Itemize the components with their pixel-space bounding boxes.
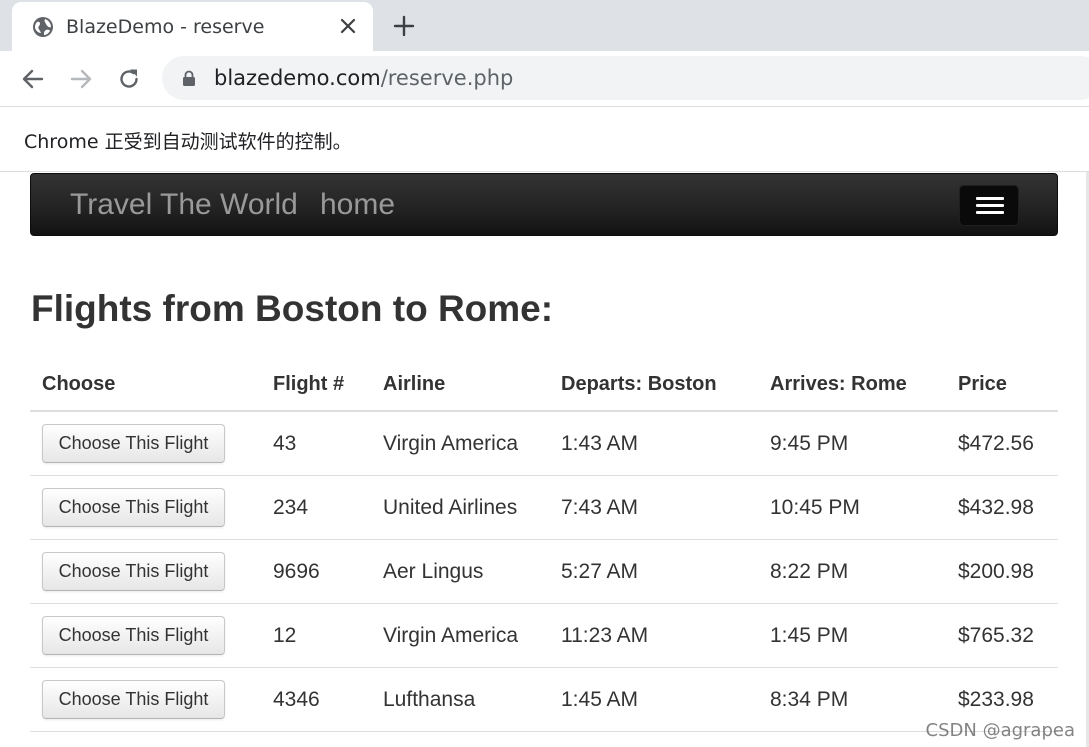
airline: Virgin America <box>371 411 549 476</box>
table-row: Choose This Flight 9696 Aer Lingus 5:27 … <box>30 539 1058 604</box>
url-host: blazedemo.com <box>214 66 381 90</box>
choose-cell: Choose This Flight <box>30 667 261 732</box>
site-navbar: Travel The World home <box>30 173 1058 236</box>
departure-time: 11:23 AM <box>549 603 758 668</box>
flight-number: 43 <box>261 411 371 476</box>
reload-icon[interactable] <box>116 66 142 92</box>
flight-number: 234 <box>261 475 371 540</box>
choose-flight-button[interactable]: Choose This Flight <box>42 680 225 719</box>
automation-notice: Chrome 正受到自动测试软件的控制。 <box>24 131 352 153</box>
page-title: Flights from Boston to Rome: <box>31 288 554 329</box>
browser-tab[interactable]: BlazeDemo - reserve <box>12 2 373 51</box>
url-text: blazedemo.com/reserve.php <box>214 66 513 90</box>
navbar-toggle-button[interactable] <box>959 185 1019 226</box>
choose-flight-button[interactable]: Choose This Flight <box>42 616 225 655</box>
automation-infobar: Chrome 正受到自动测试软件的控制。 <box>0 107 1089 172</box>
price: $472.56 <box>946 411 1058 476</box>
address-bar[interactable]: blazedemo.com/reserve.php <box>162 56 1089 100</box>
table-row: Choose This Flight 12 Virgin America 11:… <box>30 603 1058 668</box>
url-path: /reserve.php <box>380 66 514 90</box>
close-icon[interactable] <box>338 16 358 36</box>
airline: United Airlines <box>371 475 549 540</box>
airline: Virgin America <box>371 603 549 668</box>
back-arrow-icon[interactable] <box>20 66 46 92</box>
departure-time: 1:45 AM <box>549 667 758 732</box>
home-link[interactable]: home <box>320 188 395 222</box>
departure-time: 1:43 AM <box>549 411 758 476</box>
departure-time: 5:27 AM <box>549 539 758 604</box>
column-header-airline: Airline <box>371 358 549 412</box>
browser-tabstrip: BlazeDemo - reserve <box>0 0 1089 51</box>
browser-toolbar: blazedemo.com/reserve.php <box>0 51 1089 107</box>
flight-number: 12 <box>261 603 371 668</box>
flights-table: Choose Flight # Airline Departs: Boston … <box>30 358 1058 732</box>
column-header-price: Price <box>946 358 1058 412</box>
tab-title: BlazeDemo - reserve <box>66 16 265 38</box>
arrival-time: 1:45 PM <box>758 603 946 668</box>
price: $200.98 <box>946 539 1058 604</box>
column-header-arrives: Arrives: Rome <box>758 358 946 412</box>
price: $765.32 <box>946 603 1058 668</box>
airline: Aer Lingus <box>371 539 549 604</box>
flight-number: 9696 <box>261 539 371 604</box>
table-row: Choose This Flight 234 United Airlines 7… <box>30 475 1058 540</box>
choose-cell: Choose This Flight <box>30 475 261 540</box>
plus-icon[interactable] <box>392 14 416 38</box>
table-row: Choose This Flight 4346 Lufthansa 1:45 A… <box>30 667 1058 732</box>
choose-cell: Choose This Flight <box>30 539 261 604</box>
airline: Lufthansa <box>371 667 549 732</box>
column-header-departs: Departs: Boston <box>549 358 758 412</box>
page-viewport: Travel The World home Flights from Bosto… <box>0 172 1089 747</box>
flight-number: 4346 <box>261 667 371 732</box>
departure-time: 7:43 AM <box>549 475 758 540</box>
lock-icon[interactable] <box>182 70 196 86</box>
globe-icon <box>33 17 53 37</box>
column-header-flight: Flight # <box>261 358 371 412</box>
arrival-time: 8:22 PM <box>758 539 946 604</box>
table-row: Choose This Flight 43 Virgin America 1:4… <box>30 411 1058 476</box>
column-header-choose: Choose <box>30 358 261 412</box>
choose-cell: Choose This Flight <box>30 603 261 668</box>
forward-arrow-icon[interactable] <box>68 66 94 92</box>
arrival-time: 8:34 PM <box>758 667 946 732</box>
choose-flight-button[interactable]: Choose This Flight <box>42 424 225 463</box>
choose-cell: Choose This Flight <box>30 411 261 476</box>
watermark: CSDN @agrapea <box>925 720 1075 741</box>
choose-flight-button[interactable]: Choose This Flight <box>42 488 225 527</box>
brand-link[interactable]: Travel The World <box>70 188 298 222</box>
table-header-row: Choose Flight # Airline Departs: Boston … <box>30 358 1058 412</box>
choose-flight-button[interactable]: Choose This Flight <box>42 552 225 591</box>
price: $432.98 <box>946 475 1058 540</box>
arrival-time: 10:45 PM <box>758 475 946 540</box>
arrival-time: 9:45 PM <box>758 411 946 476</box>
